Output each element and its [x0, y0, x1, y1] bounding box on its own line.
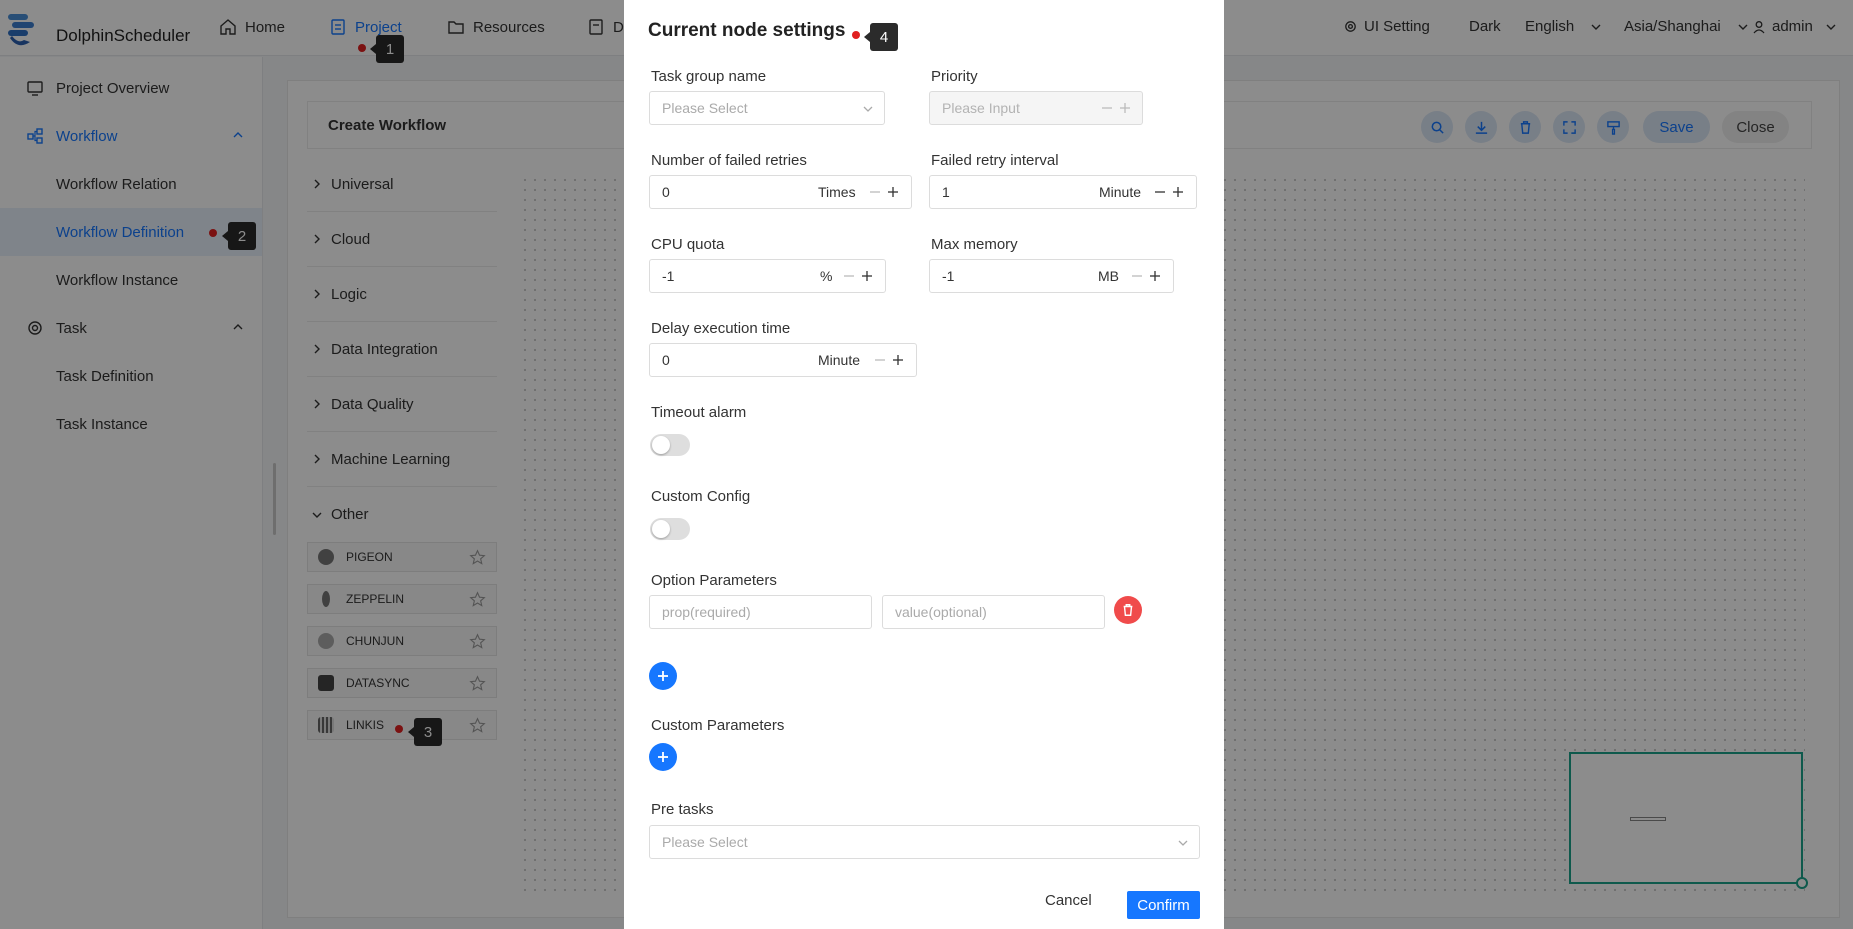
chevron-down-icon: [863, 106, 873, 112]
prop-placeholder: prop(required): [662, 604, 751, 620]
cancel-button[interactable]: Cancel: [1045, 892, 1092, 909]
retries-label: Number of failed retries: [651, 152, 807, 169]
pre-tasks-label: Pre tasks: [651, 801, 714, 818]
delete-param-button[interactable]: [1114, 596, 1142, 624]
plus-icon: [658, 671, 668, 681]
priority-input[interactable]: Please Input: [929, 91, 1143, 125]
delay-label: Delay execution time: [651, 320, 791, 337]
marker-dot: [852, 31, 860, 39]
priority-label: Priority: [931, 68, 978, 85]
custom-params-label: Custom Parameters: [651, 717, 785, 734]
retries-unit: Times: [818, 184, 856, 200]
minus-icon[interactable]: [842, 269, 856, 283]
value-input[interactable]: value(optional): [882, 595, 1105, 629]
delay-value: 0: [662, 352, 670, 368]
plus-icon[interactable]: [1148, 269, 1162, 283]
memory-unit: MB: [1098, 268, 1119, 284]
task-group-label: Task group name: [651, 68, 767, 85]
option-params-label: Option Parameters: [651, 572, 777, 589]
add-option-param-button[interactable]: [649, 662, 677, 690]
minus-icon[interactable]: [1100, 101, 1114, 115]
minus-icon[interactable]: [868, 185, 882, 199]
node-settings-modal: Current node settings 4 Task group name …: [624, 0, 1224, 929]
task-group-select[interactable]: Please Select: [649, 91, 885, 125]
minus-icon[interactable]: [1130, 269, 1144, 283]
memory-label: Max memory: [931, 236, 1018, 253]
plus-icon[interactable]: [891, 353, 905, 367]
switch-knob: [652, 520, 670, 538]
add-custom-param-button[interactable]: [649, 743, 677, 771]
custom-config-switch[interactable]: [650, 518, 690, 540]
cpu-value: -1: [662, 268, 675, 284]
memory-value: -1: [942, 268, 955, 284]
trash-icon: [1123, 604, 1133, 616]
delay-unit: Minute: [818, 352, 861, 368]
chevron-down-icon: [1178, 840, 1188, 846]
cpu-input[interactable]: -1 %: [649, 259, 886, 293]
cpu-unit: %: [820, 268, 833, 284]
memory-input[interactable]: -1 MB: [929, 259, 1174, 293]
modal-title: Current node settings: [648, 20, 846, 41]
minus-icon[interactable]: [873, 353, 887, 367]
plus-icon[interactable]: [1118, 101, 1132, 115]
retry-interval-input[interactable]: 1 Minute: [929, 175, 1197, 209]
cpu-label: CPU quota: [651, 236, 725, 253]
retry-interval-unit: Minute: [1099, 184, 1142, 200]
plus-icon: [658, 752, 668, 762]
retries-input[interactable]: 0 Times: [649, 175, 912, 209]
plus-icon[interactable]: [1171, 185, 1185, 199]
value-placeholder: value(optional): [895, 604, 987, 620]
switch-knob: [652, 436, 670, 454]
delay-input[interactable]: 0 Minute: [649, 343, 917, 377]
timeout-label: Timeout alarm: [651, 404, 747, 421]
pre-tasks-select[interactable]: Please Select: [649, 825, 1200, 859]
prop-input[interactable]: prop(required): [649, 595, 872, 629]
task-group-placeholder: Please Select: [662, 100, 748, 116]
retry-interval-label: Failed retry interval: [931, 152, 1059, 169]
pre-tasks-placeholder: Please Select: [662, 834, 748, 850]
retries-value: 0: [662, 184, 670, 200]
priority-placeholder: Please Input: [942, 100, 1020, 116]
minus-icon[interactable]: [1153, 185, 1167, 199]
retry-interval-value: 1: [942, 184, 950, 200]
plus-icon[interactable]: [886, 185, 900, 199]
custom-config-label: Custom Config: [651, 488, 751, 505]
confirm-button[interactable]: Confirm: [1127, 891, 1200, 919]
marker-tag: 4: [864, 23, 898, 51]
timeout-switch[interactable]: [650, 434, 690, 456]
plus-icon[interactable]: [860, 269, 874, 283]
